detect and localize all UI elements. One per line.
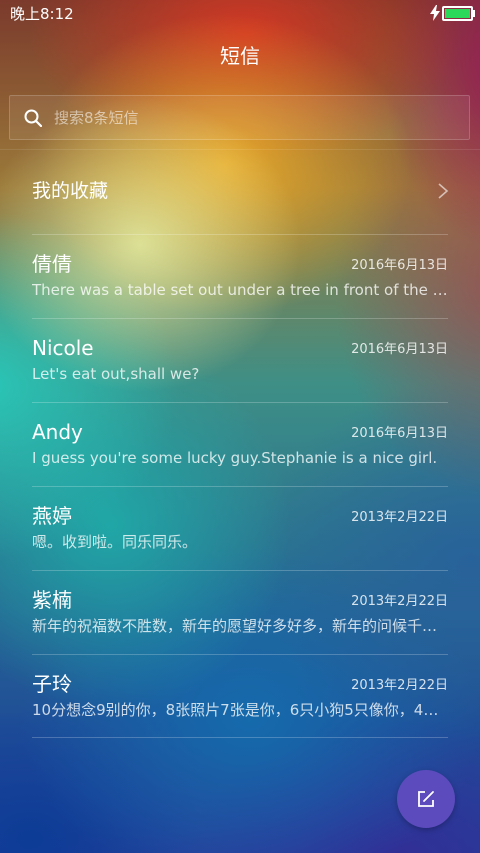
message-preview: I guess you're some lucky guy.Stephanie … xyxy=(32,449,438,467)
message-date: 2013年2月22日 xyxy=(351,510,448,525)
row-divider xyxy=(32,486,448,487)
message-preview: 新年的祝福数不胜数，新年的愿望好多好多，新年的问候千言万语 xyxy=(32,617,448,635)
contact-name: 倩倩 xyxy=(32,252,72,276)
message-date: 2013年2月22日 xyxy=(351,594,448,609)
search-input[interactable]: 搜索8条短信 xyxy=(9,95,470,140)
chevron-right-icon xyxy=(438,183,449,199)
message-preview: There was a table set out under a tree i… xyxy=(32,281,448,299)
conversation-list: 倩倩 2016年6月13日 There was a table set out … xyxy=(0,234,480,738)
message-preview: Let's eat out,shall we? xyxy=(32,365,200,383)
contact-name: 紫楠 xyxy=(32,588,72,612)
contact-name: 燕婷 xyxy=(32,504,72,528)
status-time: 晚上8:12 xyxy=(10,5,74,23)
favorites-row[interactable]: 我的收藏 xyxy=(0,150,480,234)
row-divider xyxy=(32,737,448,738)
favorites-label: 我的收藏 xyxy=(32,180,109,202)
contact-name: 子玲 xyxy=(32,672,72,696)
bolt-icon xyxy=(430,5,440,21)
page-title: 短信 xyxy=(220,44,260,68)
conversation-item[interactable]: 紫楠 2013年2月22日 新年的祝福数不胜数，新年的愿望好多好多，新年的问候千… xyxy=(0,570,480,654)
contact-name: Nicole xyxy=(32,336,94,360)
compose-icon xyxy=(418,791,434,807)
conversation-item[interactable]: 燕婷 2013年2月22日 嗯。收到啦。同乐同乐。 xyxy=(0,486,480,570)
row-divider xyxy=(32,318,448,319)
battery-tip xyxy=(473,10,475,17)
message-preview: 10分想念9别的你，8张照片7张是你，6只小狗5只像你，4季都想你 xyxy=(32,701,448,719)
conversation-item[interactable]: 倩倩 2016年6月13日 There was a table set out … xyxy=(0,234,480,318)
message-date: 2016年6月13日 xyxy=(351,426,448,441)
conversation-item[interactable]: 子玲 2013年2月22日 10分想念9别的你，8张照片7张是你，6只小狗5只像… xyxy=(0,654,480,738)
message-date: 2013年2月22日 xyxy=(351,678,448,693)
row-divider xyxy=(32,234,448,235)
row-divider xyxy=(32,654,448,655)
search-icon xyxy=(24,109,42,127)
message-date: 2016年6月13日 xyxy=(351,342,448,357)
battery-icon xyxy=(442,6,473,21)
battery-fill xyxy=(445,9,470,18)
search-placeholder: 搜索8条短信 xyxy=(54,109,139,127)
compose-button[interactable] xyxy=(397,770,455,828)
status-bar: 晚上8:12 xyxy=(0,0,480,28)
conversation-item[interactable]: Andy 2016年6月13日 I guess you're some luck… xyxy=(0,402,480,486)
row-divider xyxy=(32,402,448,403)
row-divider xyxy=(32,570,448,571)
conversation-item[interactable]: Nicole 2016年6月13日 Let's eat out,shall we… xyxy=(0,318,480,402)
contact-name: Andy xyxy=(32,420,83,444)
message-preview: 嗯。收到啦。同乐同乐。 xyxy=(32,533,198,551)
message-date: 2016年6月13日 xyxy=(351,258,448,273)
